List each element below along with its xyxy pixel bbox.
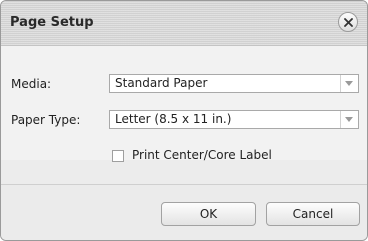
paper-type-dropdown-button[interactable] xyxy=(340,111,358,128)
cancel-button[interactable]: Cancel xyxy=(266,202,360,226)
paper-type-select[interactable]: Letter (8.5 x 11 in.) xyxy=(109,110,359,129)
dialog-body xyxy=(1,46,367,160)
media-label: Media: xyxy=(11,77,52,91)
page-setup-dialog: Page Setup Media: Standard Paper Paper T… xyxy=(0,0,368,241)
dialog-title: Page Setup xyxy=(10,15,94,30)
dialog-title-bar[interactable]: Page Setup xyxy=(1,1,367,46)
print-label-checkbox-label[interactable]: Print Center/Core Label xyxy=(132,148,272,162)
media-select[interactable]: Standard Paper xyxy=(109,74,359,93)
chevron-down-icon xyxy=(345,81,353,86)
chevron-down-icon xyxy=(345,117,353,122)
media-select-value: Standard Paper xyxy=(115,76,208,90)
dialog-footer: OK Cancel xyxy=(1,184,367,240)
media-dropdown-button[interactable] xyxy=(340,75,358,92)
ok-button[interactable]: OK xyxy=(161,202,256,226)
close-button[interactable] xyxy=(338,12,358,32)
print-label-checkbox[interactable] xyxy=(112,150,124,162)
paper-type-select-value: Letter (8.5 x 11 in.) xyxy=(115,112,232,126)
close-icon xyxy=(344,18,353,27)
paper-type-label: Paper Type: xyxy=(11,113,81,127)
